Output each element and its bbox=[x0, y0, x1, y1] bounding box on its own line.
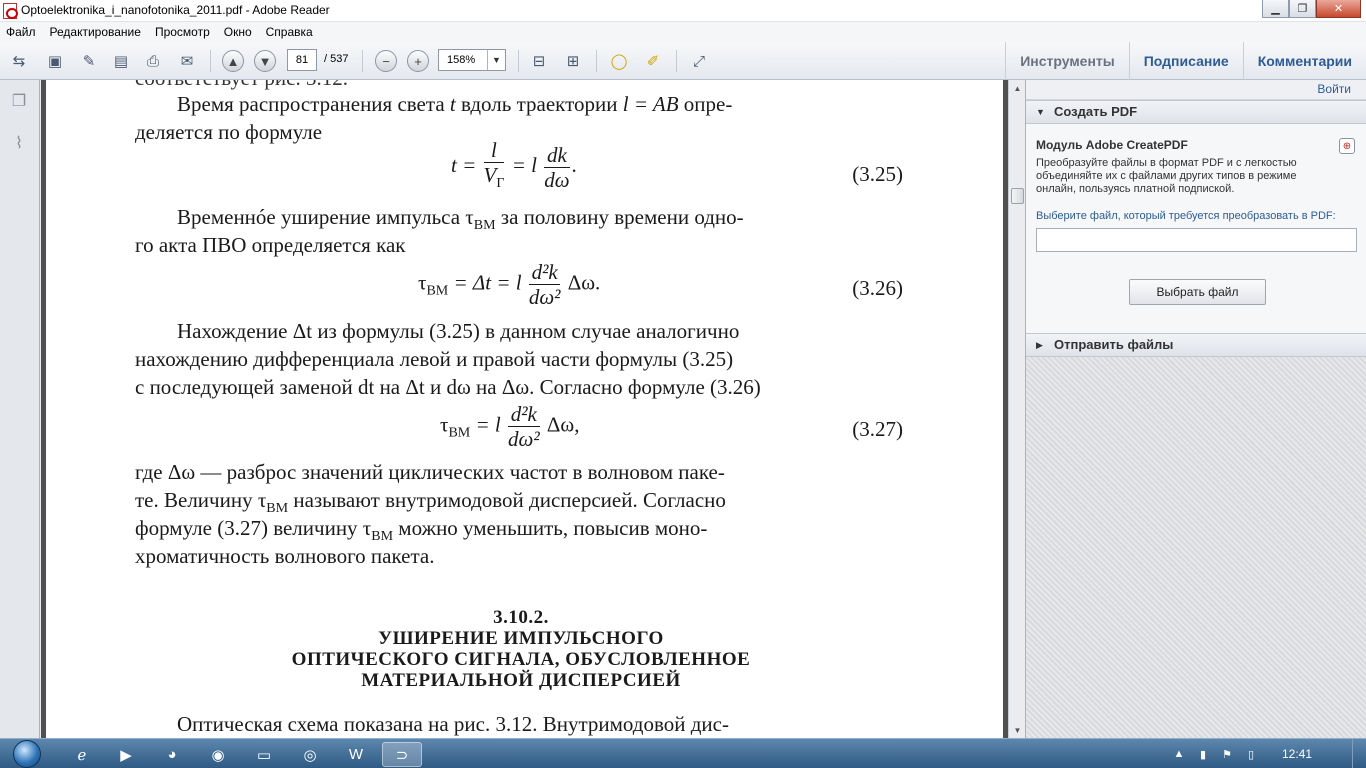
save-icon[interactable]: ▤ bbox=[110, 50, 132, 72]
formula-3-27: τВМ = l d²k dω² Δω, bbox=[440, 402, 580, 451]
paragraph-4-line-1: где Δω — разброс значений циклических ча… bbox=[135, 460, 725, 484]
create-pdf-section: Модуль Adobe CreatePDF ⊕ Преобразуйте фа… bbox=[1026, 124, 1366, 334]
edit-document-icon[interactable]: ✎ bbox=[78, 50, 100, 72]
formula-3-25: t = l VГ = l dk dω. bbox=[451, 138, 577, 192]
menu-view[interactable]: Просмотр bbox=[155, 25, 210, 39]
section-heading-line-2: ОПТИЧЕСКОГО СИГНАЛА, ОБУСЛОВЛЕННОЕ bbox=[291, 649, 751, 670]
paragraph-2-line-2: го акта ПВО определяется как bbox=[135, 233, 406, 257]
navigation-pane: ❐ ⌇ bbox=[0, 80, 40, 738]
email-icon[interactable]: ✉ bbox=[176, 50, 198, 72]
close-button[interactable]: ✕ bbox=[1316, 0, 1361, 18]
zoom-out-button[interactable]: − bbox=[375, 50, 397, 72]
comment-icon[interactable]: ◯ bbox=[608, 50, 630, 72]
settings-icon[interactable]: ◎ bbox=[290, 742, 330, 767]
network-icon[interactable]: ▮ bbox=[1194, 748, 1212, 761]
word-icon[interactable]: W bbox=[336, 742, 376, 767]
section-heading-line-3: МАТЕРИАЛЬНОЙ ДИСПЕРСИЕЙ bbox=[361, 670, 681, 691]
paragraph-3-line-2: нахождению дифференциала левой и правой … bbox=[135, 347, 734, 371]
tab-tools[interactable]: Инструменты bbox=[1005, 42, 1129, 80]
media-player-icon[interactable]: ▶ bbox=[106, 742, 146, 767]
next-page-button[interactable]: ▼ bbox=[254, 50, 276, 72]
menu-file[interactable]: Файл bbox=[6, 25, 36, 39]
zoom-select[interactable]: 158% ▼ bbox=[438, 49, 506, 71]
paragraph-1: Время распространения света t вдоль трае… bbox=[177, 92, 733, 116]
tools-panel: Войти ▼ Создать PDF Модуль Adobe CreateP… bbox=[1025, 80, 1366, 738]
create-pdf-section-header[interactable]: ▼ Создать PDF bbox=[1026, 100, 1366, 124]
start-button[interactable] bbox=[6, 739, 48, 768]
combine-files-icon[interactable]: ▣ bbox=[44, 50, 66, 72]
document-page: соответствует рис. 3.12. Время распростр… bbox=[46, 80, 1003, 738]
window-title: Optoelektronika_i_nanofotonika_2011.pdf … bbox=[21, 3, 330, 17]
paragraph-4-line-4: хроматичность волнового пакета. bbox=[135, 544, 435, 568]
show-desktop-button[interactable] bbox=[1352, 739, 1366, 768]
page-total: / 537 bbox=[324, 53, 349, 65]
full-screen-icon[interactable]: ⤢ bbox=[688, 50, 710, 72]
zoom-in-button[interactable]: + bbox=[407, 50, 429, 72]
scroll-up-icon[interactable]: ▲ bbox=[1009, 80, 1026, 96]
minimize-button[interactable]: ▁ bbox=[1262, 0, 1289, 18]
menu-bar: Файл Редактирование Просмотр Окно Справк… bbox=[0, 22, 1366, 42]
zoom-value: 158% bbox=[447, 54, 476, 66]
highlight-icon[interactable]: ✐ bbox=[642, 50, 664, 72]
title-bar: Optoelektronika_i_nanofotonika_2011.pdf … bbox=[0, 0, 1366, 22]
chrome-icon[interactable]: ◉ bbox=[198, 742, 238, 767]
system-tray: ▲ ▮ ⚑ ▯ 12:41 bbox=[1164, 739, 1366, 768]
choose-file-button[interactable]: Выбрать файл bbox=[1129, 279, 1266, 305]
panel-tabs: Инструменты Подписание Комментарии bbox=[1005, 42, 1366, 80]
maximize-button[interactable]: ❐ bbox=[1289, 0, 1316, 18]
clock[interactable]: 12:41 bbox=[1282, 747, 1312, 761]
windows-orb-icon bbox=[13, 740, 41, 768]
page-number-input[interactable]: 81 bbox=[287, 49, 317, 71]
paragraph-3-line-1: Нахождение Δt из формулы (3.25) в данном… bbox=[177, 319, 740, 343]
chevron-down-icon[interactable]: ▼ bbox=[487, 50, 505, 70]
createpdf-icon: ⊕ bbox=[1339, 138, 1355, 154]
module-description: Преобразуйте файлы в формат PDF и с легк… bbox=[1036, 157, 1297, 195]
vertical-scrollbar[interactable]: ▲ ▼ bbox=[1008, 80, 1025, 738]
fit-width-icon[interactable]: ⊞ bbox=[562, 50, 584, 72]
menu-help[interactable]: Справка bbox=[266, 25, 313, 39]
scroll-down-icon[interactable]: ▼ bbox=[1009, 722, 1026, 738]
scroll-thumb[interactable] bbox=[1011, 188, 1024, 204]
section-heading-line-1: УШИРЕНИЕ ИМПУЛЬСНОГО bbox=[378, 628, 664, 649]
chevron-up-icon[interactable]: ▲ bbox=[1170, 748, 1188, 760]
menu-window[interactable]: Окно bbox=[224, 25, 252, 39]
document-viewer[interactable]: соответствует рис. 3.12. Время распростр… bbox=[41, 80, 1008, 738]
equation-number-3-25: (3.25) bbox=[852, 162, 903, 186]
media-center-icon[interactable]: ◕ bbox=[152, 742, 192, 767]
attachments-icon[interactable]: ⌇ bbox=[8, 132, 30, 154]
file-path-field[interactable] bbox=[1036, 228, 1357, 252]
login-link[interactable]: Войти bbox=[1317, 82, 1351, 96]
fit-page-icon[interactable]: ⊟ bbox=[528, 50, 550, 72]
previous-page-button[interactable]: ▲ bbox=[222, 50, 244, 72]
window-controls: ▁ ❐ ✕ bbox=[1262, 0, 1361, 18]
formula-3-26: τВМ = Δt = l d²k dω² Δω. bbox=[418, 260, 601, 309]
equation-number-3-26: (3.26) bbox=[852, 276, 903, 300]
menu-edit[interactable]: Редактирование bbox=[50, 25, 141, 39]
tab-sign[interactable]: Подписание bbox=[1128, 42, 1243, 80]
adobe-reader-task-icon[interactable]: ⊃ bbox=[382, 742, 422, 767]
paragraph-5: Оптическая схема показана на рис. 3.12. … bbox=[177, 712, 729, 736]
section-number: 3.10.2. bbox=[493, 607, 549, 628]
paragraph-3-line-3: с последующей заменой dt на Δt и dω на Δ… bbox=[135, 375, 761, 399]
create-pdf-icon[interactable]: ⇆ bbox=[8, 50, 30, 72]
equation-number-3-27: (3.27) bbox=[852, 417, 903, 441]
internet-explorer-icon[interactable]: ℯ bbox=[62, 742, 102, 767]
print-icon[interactable]: ⎙ bbox=[142, 50, 164, 72]
triangle-down-icon: ▼ bbox=[1036, 107, 1045, 117]
send-files-section-header[interactable]: ▶ Отправить файлы bbox=[1026, 333, 1366, 357]
choose-file-label: Выберите файл, который требуется преобра… bbox=[1036, 210, 1336, 222]
taskbar: ℯ ▶ ◕ ◉ ▭ ◎ W ⊃ ▲ ▮ ⚑ ▯ 12:41 bbox=[0, 738, 1366, 768]
explorer-folder-icon[interactable]: ▭ bbox=[244, 742, 284, 767]
battery-icon[interactable]: ▯ bbox=[1242, 748, 1260, 761]
flag-icon[interactable]: ⚑ bbox=[1218, 748, 1236, 761]
module-title: Модуль Adobe CreatePDF bbox=[1036, 138, 1188, 152]
triangle-right-icon: ▶ bbox=[1036, 340, 1043, 350]
adobe-reader-icon bbox=[3, 3, 18, 19]
tab-comments[interactable]: Комментарии bbox=[1242, 42, 1366, 80]
pages-icon[interactable]: ❐ bbox=[8, 90, 30, 112]
